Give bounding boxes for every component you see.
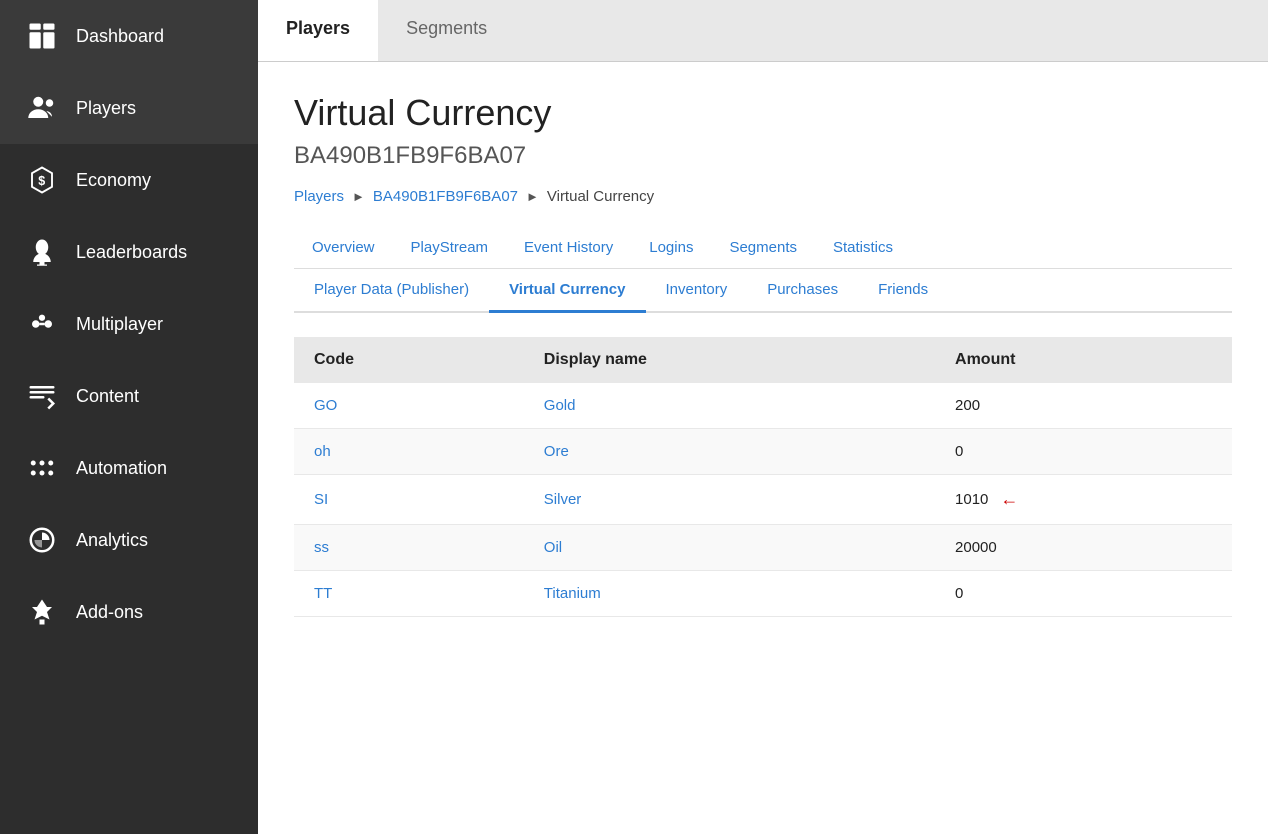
- cell-display-name[interactable]: Gold: [524, 383, 935, 429]
- cell-display-name[interactable]: Oil: [524, 525, 935, 571]
- sidebar-item-leaderboards[interactable]: Leaderboards: [0, 216, 258, 288]
- sidebar-item-analytics[interactable]: Analytics: [0, 504, 258, 576]
- sidebar-item-dashboard[interactable]: Dashboard: [0, 0, 258, 72]
- sidebar-item-addons[interactable]: Add-ons: [0, 576, 258, 648]
- analytics-icon: [24, 522, 60, 558]
- players-icon: [24, 90, 60, 126]
- virtual-currency-table: Code Display name Amount GOGold200ohOre0…: [294, 337, 1232, 617]
- sub-tab-player-data[interactable]: Player Data (Publisher): [294, 269, 489, 313]
- cell-code[interactable]: oh: [294, 429, 524, 475]
- sub-tab-friends[interactable]: Friends: [858, 269, 948, 313]
- cell-amount: 200: [935, 383, 1232, 429]
- col-header-amount: Amount: [935, 337, 1232, 383]
- addons-icon: [24, 594, 60, 630]
- sidebar-item-multiplayer[interactable]: Multiplayer: [0, 288, 258, 360]
- content-icon: [24, 378, 60, 414]
- dashboard-icon: [24, 18, 60, 54]
- player-id: BA490B1FB9F6BA07: [294, 142, 1232, 170]
- page-content: Virtual Currency BA490B1FB9F6BA07 Player…: [258, 62, 1268, 834]
- table-header-row: Code Display name Amount: [294, 337, 1232, 383]
- cell-code[interactable]: GO: [294, 383, 524, 429]
- sidebar: Dashboard Players $ Economy Leaderboards…: [0, 0, 258, 834]
- sidebar-label-addons: Add-ons: [76, 602, 143, 623]
- page-title: Virtual Currency: [294, 92, 1232, 134]
- economy-icon: $: [24, 162, 60, 198]
- table-row: SISilver1010←: [294, 475, 1232, 525]
- arrow-indicator: ←: [1000, 489, 1018, 510]
- sidebar-label-analytics: Analytics: [76, 530, 148, 551]
- table-row: ssOil20000: [294, 525, 1232, 571]
- sidebar-label-players: Players: [76, 98, 136, 119]
- cell-amount: 20000: [935, 525, 1232, 571]
- cell-amount: 0: [935, 571, 1232, 617]
- table-row: TTTitanium0: [294, 571, 1232, 617]
- sidebar-label-content: Content: [76, 386, 139, 407]
- nav-tab-segments[interactable]: Segments: [711, 229, 815, 268]
- breadcrumb-sep-1: ►: [352, 189, 365, 204]
- sub-tab-inventory[interactable]: Inventory: [646, 269, 748, 313]
- top-tab-bar: Players Segments: [258, 0, 1268, 62]
- breadcrumb-players-link[interactable]: Players: [294, 188, 344, 205]
- svg-text:$: $: [38, 174, 45, 188]
- cell-amount: 1010←: [935, 475, 1232, 525]
- sidebar-label-dashboard: Dashboard: [76, 26, 164, 47]
- sidebar-item-economy[interactable]: $ Economy: [0, 144, 258, 216]
- sub-tab-bar: Player Data (Publisher) Virtual Currency…: [294, 269, 1232, 313]
- sidebar-label-leaderboards: Leaderboards: [76, 242, 187, 263]
- breadcrumb-playerid-link[interactable]: BA490B1FB9F6BA07: [373, 188, 518, 205]
- sidebar-item-players[interactable]: Players: [0, 72, 258, 144]
- cell-code[interactable]: SI: [294, 475, 524, 525]
- breadcrumb-current: Virtual Currency: [547, 188, 654, 205]
- nav-tab-statistics[interactable]: Statistics: [815, 229, 911, 268]
- tab-players[interactable]: Players: [258, 0, 378, 61]
- cell-display-name[interactable]: Titanium: [524, 571, 935, 617]
- tab-segments[interactable]: Segments: [378, 0, 515, 61]
- sidebar-label-multiplayer: Multiplayer: [76, 314, 163, 335]
- cell-amount: 0: [935, 429, 1232, 475]
- leaderboards-icon: [24, 234, 60, 270]
- sub-tab-purchases[interactable]: Purchases: [747, 269, 858, 313]
- sidebar-item-content[interactable]: Content: [0, 360, 258, 432]
- nav-tab-logins[interactable]: Logins: [631, 229, 711, 268]
- cell-display-name[interactable]: Silver: [524, 475, 935, 525]
- sidebar-item-automation[interactable]: Automation: [0, 432, 258, 504]
- nav-tab-playstream[interactable]: PlayStream: [393, 229, 507, 268]
- breadcrumb: Players ► BA490B1FB9F6BA07 ► Virtual Cur…: [294, 188, 1232, 205]
- nav-tab-event-history[interactable]: Event History: [506, 229, 631, 268]
- automation-icon: [24, 450, 60, 486]
- sub-tab-virtual-currency[interactable]: Virtual Currency: [489, 269, 645, 313]
- sidebar-label-economy: Economy: [76, 170, 151, 191]
- table-row: GOGold200: [294, 383, 1232, 429]
- cell-code[interactable]: TT: [294, 571, 524, 617]
- nav-tab-overview[interactable]: Overview: [294, 229, 393, 268]
- nav-tab-bar: Overview PlayStream Event History Logins…: [294, 229, 1232, 269]
- table-row: ohOre0: [294, 429, 1232, 475]
- col-header-code: Code: [294, 337, 524, 383]
- breadcrumb-sep-2: ►: [526, 189, 539, 204]
- multiplayer-icon: [24, 306, 60, 342]
- col-header-display-name: Display name: [524, 337, 935, 383]
- cell-display-name[interactable]: Ore: [524, 429, 935, 475]
- cell-code[interactable]: ss: [294, 525, 524, 571]
- sidebar-label-automation: Automation: [76, 458, 167, 479]
- main-content: Players Segments Virtual Currency BA490B…: [258, 0, 1268, 834]
